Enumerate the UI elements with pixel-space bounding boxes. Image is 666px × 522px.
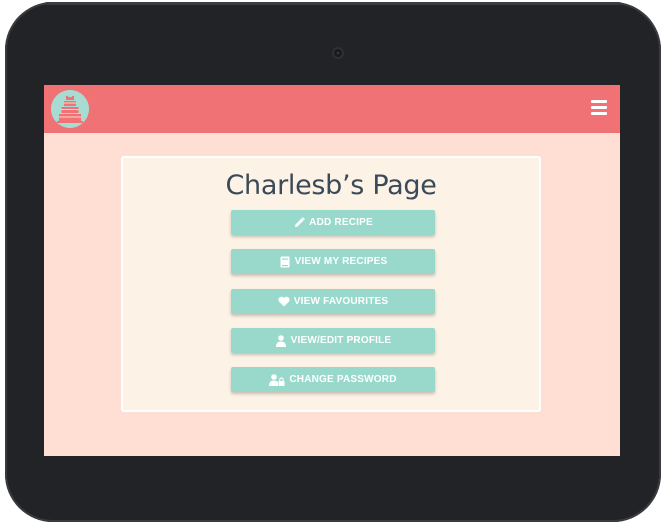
pencil-icon [293,217,305,229]
user-card: Charlesb’s Page ADD RECIPE VIEW MY RECIP… [121,156,541,412]
book-icon [279,256,291,268]
cake-logo[interactable] [51,90,89,128]
page-title: Charlesb’s Page [225,170,437,201]
view-edit-profile-button[interactable]: VIEW/EDIT PROFILE [231,328,435,353]
user-lock-icon [269,373,285,386]
view-favourites-label: VIEW FAVOURITES [293,296,389,307]
change-password-label: CHANGE PASSWORD [289,374,397,385]
hamburger-menu-icon[interactable] [591,100,607,117]
add-recipe-label: ADD RECIPE [309,217,373,228]
navbar [44,85,620,133]
heart-icon [278,296,290,308]
view-edit-profile-label: VIEW/EDIT PROFILE [290,335,392,346]
view-my-recipes-label: VIEW MY RECIPES [294,256,388,267]
change-password-button[interactable]: CHANGE PASSWORD [231,367,435,392]
view-my-recipes-button[interactable]: VIEW MY RECIPES [231,249,435,274]
add-recipe-button[interactable]: ADD RECIPE [231,210,435,235]
camera-icon [332,47,344,59]
user-icon [275,334,287,347]
screen: Charlesb’s Page ADD RECIPE VIEW MY RECIP… [44,85,620,456]
view-favourites-button[interactable]: VIEW FAVOURITES [231,289,435,314]
tablet-edge [45,2,621,5]
